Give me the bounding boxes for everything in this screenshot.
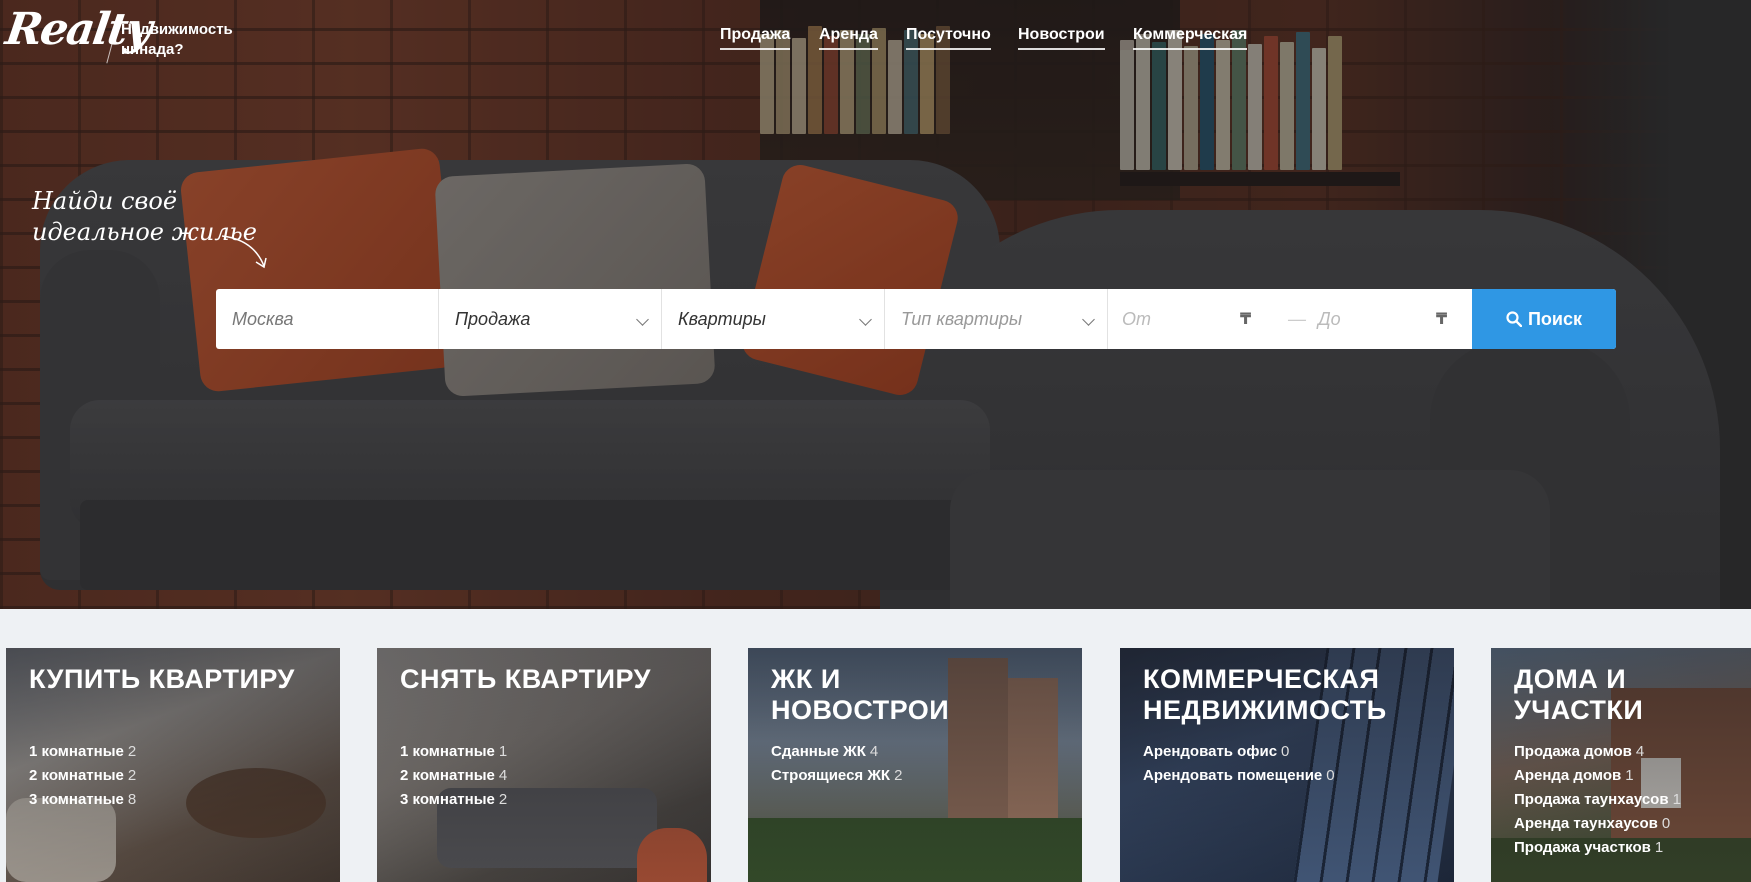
currency-tenge-icon: ₸ [1436, 311, 1448, 328]
card-rent-apartment[interactable]: Снять квартиру 1 комнатные 1 2 комнатные 4… [377, 648, 711, 882]
price-to-field[interactable]: До [1318, 309, 1341, 330]
item-count: 2 [127, 743, 137, 760]
item-count: 8 [127, 791, 137, 808]
card-list: Арендовать офис 0 Арендовать помещение 0 [1143, 740, 1335, 788]
card-houses-land[interactable]: Дома и участки Продажа домов 4 Аренда дом… [1491, 648, 1751, 882]
chevron-down-icon [859, 313, 872, 326]
list-item[interactable]: 1 комнатные 2 [29, 740, 136, 764]
card-commercial[interactable]: Коммерческая недвижимость Арендовать офи… [1120, 648, 1454, 882]
list-item[interactable]: Арендовать офис 0 [1143, 740, 1335, 764]
curved-arrow-icon [221, 235, 267, 269]
deal-type-select[interactable]: Продажа [439, 289, 662, 349]
item-count: 1 [1654, 839, 1664, 856]
item-label: Сданные ЖК [771, 743, 866, 760]
apartment-type-placeholder: Тип квартиры [901, 308, 1023, 329]
item-label: 1 комнатные [400, 743, 495, 760]
apartment-type-select[interactable]: Тип квартиры [885, 289, 1108, 349]
item-label: 3 комнатные [400, 791, 495, 808]
logo-tagline: Недвижимость нннада? [121, 21, 233, 58]
item-count: 0 [1661, 815, 1671, 832]
chevron-down-icon [636, 313, 649, 326]
city-field[interactable]: Москва [216, 289, 439, 349]
item-count: 4 [869, 743, 879, 760]
item-count: 4 [498, 767, 508, 784]
item-count: 0 [1281, 743, 1290, 760]
deal-type-value: Продажа [455, 308, 531, 329]
chevron-down-icon [1082, 313, 1095, 326]
price-separator: — [1288, 308, 1306, 329]
item-count: 2 [894, 767, 903, 784]
list-item[interactable]: 3 комнатные 2 [400, 788, 507, 812]
nav-commercial[interactable]: Коммерческая [1133, 26, 1248, 50]
card-title: Купить квартиру [29, 664, 295, 694]
item-label: Арендовать офис [1143, 743, 1278, 760]
item-label: Аренда домов [1514, 767, 1622, 784]
list-item[interactable]: 2 комнатные 4 [400, 764, 507, 788]
search-bar: Москва Продажа Квартиры Тип квартиры От … [216, 289, 1616, 349]
item-count: 2 [127, 767, 137, 784]
item-label: 2 комнатные [400, 767, 495, 784]
card-title: ЖК и новострои [771, 664, 950, 725]
card-list: Продажа домов 4 Аренда домов 1 Продажа тау… [1514, 740, 1681, 860]
list-item[interactable]: Строящиеся ЖК 2 [771, 764, 902, 788]
item-count: 0 [1326, 767, 1335, 784]
list-item[interactable]: Арендовать помещение 0 [1143, 764, 1335, 788]
item-label: Продажа участков [1514, 839, 1651, 856]
item-label: 1 комнатные [29, 743, 124, 760]
item-count: 1 [1672, 791, 1681, 808]
hero-banner: Realty Недвижимость нннада? Продажа Арен… [0, 0, 1751, 609]
nav-daily[interactable]: Посуточно [906, 26, 991, 50]
search-button-label: Поиск [1527, 308, 1583, 329]
card-list: Сданные ЖК 4 Строящиеся ЖК 2 [771, 740, 902, 788]
price-from-field[interactable]: От [1122, 309, 1151, 330]
item-count: 1 [1625, 767, 1634, 784]
list-item[interactable]: 1 комнатные 1 [400, 740, 507, 764]
card-title: Снять квартиру [400, 664, 651, 694]
card-list: 1 комнатные 2 2 комнатные 2 3 комнатные 8 [29, 740, 136, 812]
item-label: Арендовать помещение [1143, 767, 1323, 784]
card-new-buildings[interactable]: ЖК и новострои Сданные ЖК 4 Строящиеся ЖК… [748, 648, 1082, 882]
list-item[interactable]: Продажа участков 1 [1514, 836, 1681, 860]
item-count: 2 [498, 791, 508, 808]
nav-new-buildings[interactable]: Новострои [1018, 26, 1105, 50]
nav-rent[interactable]: Аренда [819, 26, 878, 50]
list-item[interactable]: Продажа таунхаусов 1 [1514, 788, 1681, 812]
item-count: 4 [1635, 743, 1645, 760]
item-label: Продажа домов [1514, 743, 1632, 760]
list-item[interactable]: Продажа домов 4 [1514, 740, 1681, 764]
item-count: 1 [498, 743, 508, 760]
list-item[interactable]: Сданные ЖК 4 [771, 740, 902, 764]
item-label: Строящиеся ЖК [771, 767, 891, 784]
list-item[interactable]: Аренда таунхаусов 0 [1514, 812, 1681, 836]
item-label: Аренда таунхаусов [1514, 815, 1658, 832]
price-range: От ₸ — До ₸ [1108, 289, 1472, 349]
slogan-line-1: Найди своё [32, 187, 178, 215]
card-buy-apartment[interactable]: Купить квартиру 1 комнатные 2 2 комнатные… [6, 648, 340, 882]
list-item[interactable]: 3 комнатные 8 [29, 788, 136, 812]
item-label: 3 комнатные [29, 791, 124, 808]
property-type-value: Квартиры [678, 308, 766, 329]
nav-sale[interactable]: Продажа [720, 26, 791, 50]
card-list: 1 комнатные 1 2 комнатные 4 3 комнатные 2 [400, 740, 507, 812]
item-label: 2 комнатные [29, 767, 124, 784]
property-type-select[interactable]: Квартиры [662, 289, 885, 349]
list-item[interactable]: 2 комнатные 2 [29, 764, 136, 788]
card-title: Коммерческая недвижимость [1143, 664, 1387, 725]
currency-tenge-icon: ₸ [1240, 311, 1252, 328]
search-icon [1506, 311, 1522, 327]
list-item[interactable]: Аренда домов 1 [1514, 764, 1681, 788]
city-placeholder: Москва [232, 308, 294, 329]
card-title: Дома и участки [1514, 664, 1644, 725]
search-button[interactable]: Поиск [1472, 289, 1616, 349]
item-label: Продажа таунхаусов [1514, 791, 1669, 808]
